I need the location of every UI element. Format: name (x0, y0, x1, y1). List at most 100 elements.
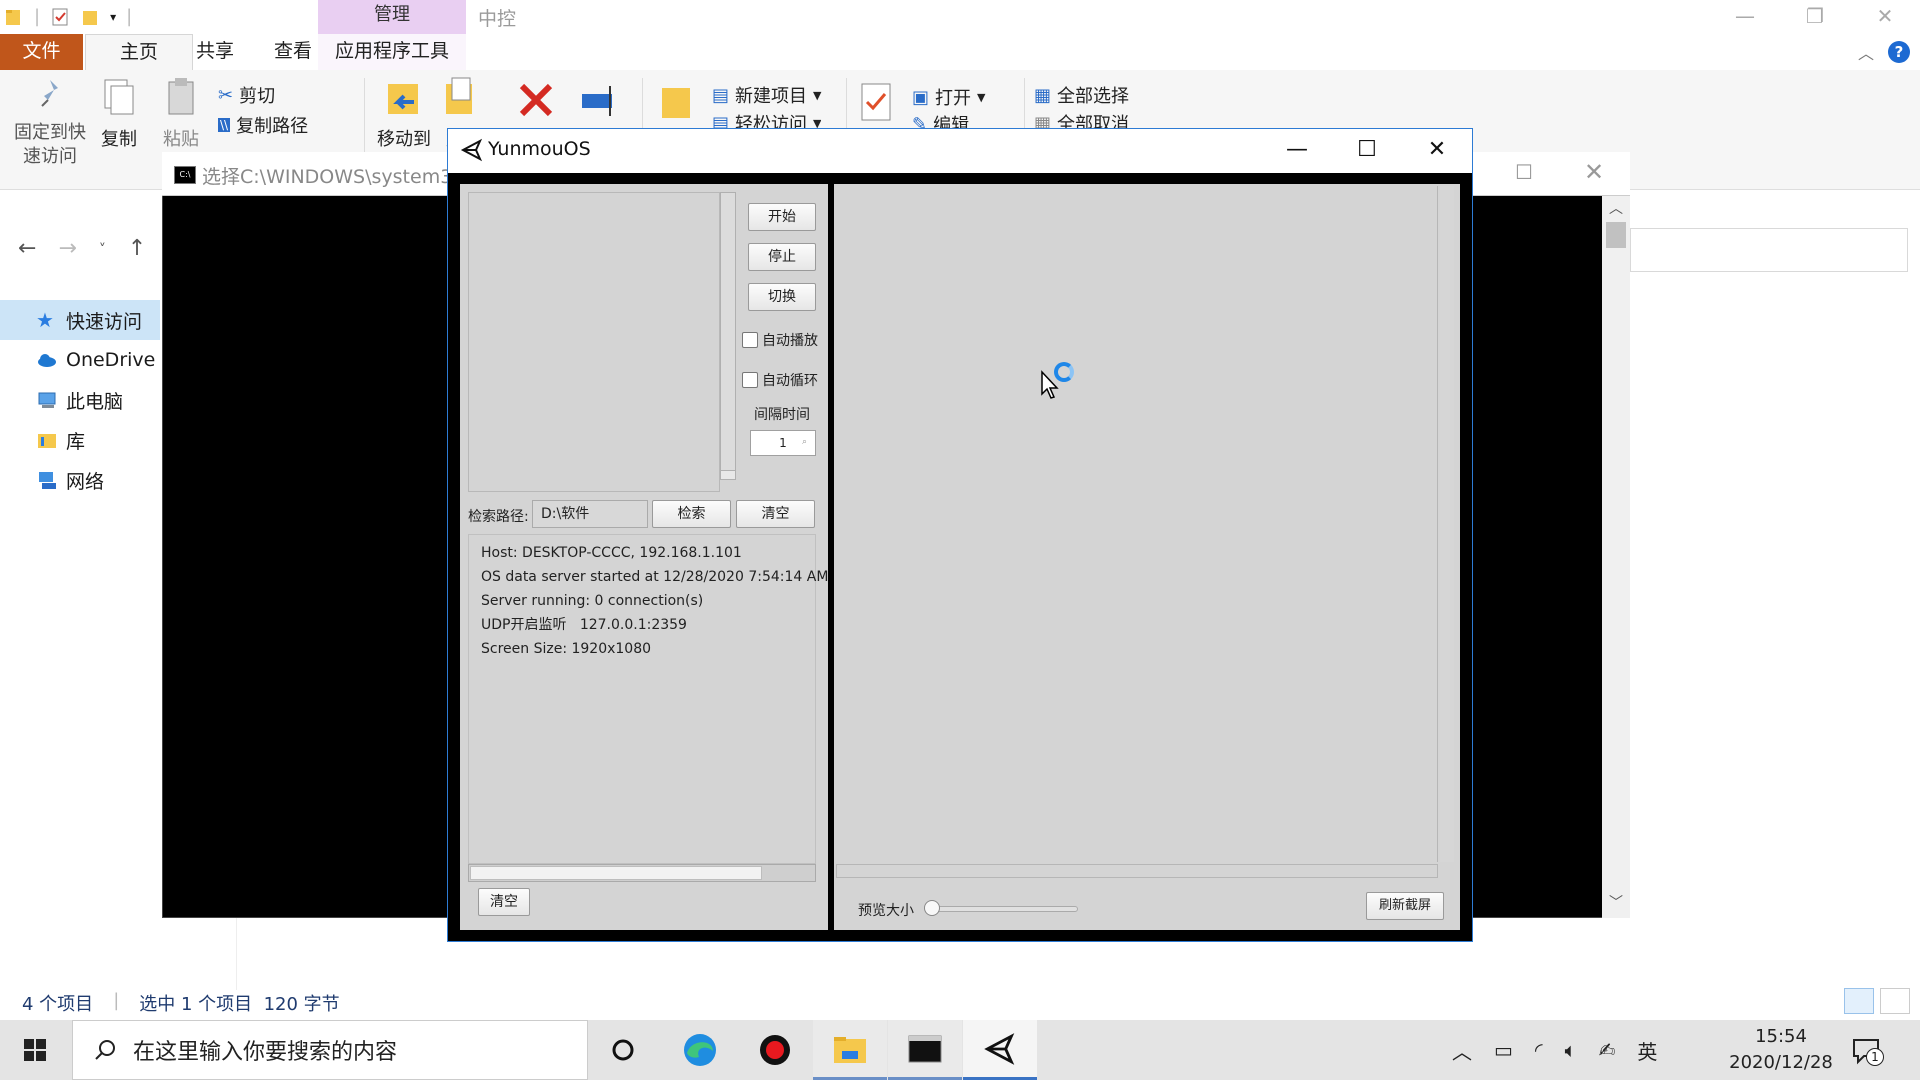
delete-button[interactable] (512, 80, 560, 125)
taskbar-file-explorer[interactable] (813, 1020, 887, 1080)
explorer-window-controls: — ❐ ✕ (1710, 0, 1920, 34)
preview-horizontal-scrollbar[interactable] (836, 864, 1438, 878)
taskbar-console[interactable] (888, 1020, 962, 1080)
file-list[interactable] (468, 192, 720, 492)
cortana-icon (612, 1039, 634, 1061)
autoplay-label: 自动播放 (762, 333, 818, 349)
context-tab-manage[interactable]: 管理 (318, 0, 466, 34)
preview-size-slider[interactable] (928, 906, 1078, 912)
console-scrollbar[interactable] (1602, 196, 1630, 918)
restore-icon[interactable]: ❐ (1780, 0, 1850, 34)
properties-button[interactable] (856, 82, 896, 127)
scroll-up-icon[interactable]: ︿ (1606, 198, 1626, 218)
sidebar-item-network[interactable]: 网络 (0, 460, 160, 500)
close-icon[interactable]: ✕ (1576, 158, 1612, 186)
large-icons-view-icon[interactable] (1880, 988, 1910, 1014)
tab-app-tools[interactable]: 应用程序工具 (318, 34, 466, 70)
taskbar-search-box[interactable]: 在这里输入你要搜索的内容 (72, 1020, 588, 1080)
search-path-label: 检索路径: (468, 509, 529, 525)
taskbar-recorder[interactable] (738, 1020, 812, 1080)
copy-button[interactable]: 复制 (96, 76, 142, 151)
back-icon[interactable]: ← (18, 236, 36, 261)
close-icon[interactable]: ✕ (1402, 131, 1472, 171)
switch-button[interactable]: 切换 (748, 283, 816, 311)
minimize-icon[interactable]: — (1262, 131, 1332, 171)
scissors-icon: ✂ (218, 84, 234, 106)
move-to-button[interactable]: 移动到 (374, 76, 434, 151)
show-hidden-icons-icon[interactable]: ︿ (1452, 1036, 1472, 1065)
search-box-explorer[interactable] (1630, 228, 1908, 272)
screenshot-preview[interactable] (834, 186, 1438, 862)
autoplay-checkbox[interactable]: 自动播放 (742, 330, 818, 350)
new-folder-icon[interactable] (80, 7, 100, 27)
sidebar-item-onedrive[interactable]: OneDrive (0, 340, 160, 380)
preview-size-slider-thumb[interactable] (924, 900, 940, 916)
input-method-indicator[interactable]: 英 (1637, 1036, 1657, 1065)
customize-qa-icon[interactable]: ▾ (110, 10, 116, 24)
stop-button[interactable]: 停止 (748, 243, 816, 271)
qa-separator: | (34, 6, 41, 27)
view-mode-buttons (1844, 988, 1910, 1014)
action-center-button[interactable]: 1 (1850, 1034, 1884, 1068)
copy-to-icon (446, 77, 472, 114)
maximize-icon[interactable]: ☐ (1332, 131, 1402, 171)
forward-icon[interactable]: → (58, 236, 76, 261)
volume-icon[interactable]: 🔈︎ (1565, 1038, 1577, 1062)
up-icon[interactable]: ↑ (128, 236, 146, 261)
minimize-icon[interactable]: — (1710, 0, 1780, 34)
scroll-down-icon[interactable]: ﹀ (1606, 892, 1626, 912)
task-view-button[interactable] (586, 1020, 660, 1080)
clear-search-button[interactable]: 清空 (736, 500, 815, 528)
navigation-buttons: ← → ˅ ↑ (18, 236, 146, 261)
paste-button[interactable]: 粘贴 (158, 76, 204, 151)
folder-icon[interactable] (4, 7, 24, 27)
log-scroll-thumb[interactable] (470, 866, 762, 880)
spinner-icon[interactable]: ⌕ (802, 437, 807, 447)
open-button[interactable]: ▣ 打开 ▼ (912, 84, 985, 110)
taskbar-edge[interactable] (663, 1020, 737, 1080)
search-button[interactable]: 检索 (652, 500, 731, 528)
rename-button[interactable] (576, 82, 624, 127)
search-path-input[interactable]: D:\软件 (532, 500, 648, 528)
refresh-screenshot-button[interactable]: 刷新截屏 (1366, 892, 1444, 920)
paste-label: 粘贴 (163, 129, 199, 150)
file-list-scrollbar[interactable] (720, 192, 736, 474)
new-item-button[interactable]: ▤ 新建项目 ▼ (712, 82, 821, 108)
start-button[interactable]: 开始 (748, 203, 816, 231)
tab-home[interactable]: 主页 (85, 34, 193, 70)
cut-button[interactable]: ✂ 剪切 (218, 82, 275, 108)
maximize-icon[interactable]: ☐ (1506, 160, 1542, 184)
copy-path-button[interactable]: \\ 复制路径 (218, 112, 308, 138)
tab-file[interactable]: 文件 (0, 34, 83, 70)
sidebar-item-this-pc[interactable]: 此电脑 (0, 380, 160, 420)
help-icon[interactable]: ? (1888, 41, 1910, 63)
battery-icon[interactable]: ▭ (1494, 1038, 1513, 1062)
details-view-icon[interactable] (1844, 988, 1874, 1014)
select-all-button[interactable]: ▦ 全部选择 (1034, 82, 1129, 108)
pen-icon[interactable]: ✍ (1599, 1038, 1616, 1062)
scroll-down-icon[interactable] (720, 470, 736, 480)
pin-quick-access-button[interactable]: 固定到快 速访问 (10, 76, 90, 169)
tab-share[interactable]: 共享 (178, 34, 252, 70)
collapse-ribbon-icon[interactable]: ︿ (1858, 40, 1874, 64)
autoloop-checkbox[interactable]: 自动循环 (742, 370, 818, 390)
checkbox-box[interactable] (742, 372, 758, 388)
properties-icon[interactable] (50, 7, 70, 27)
recent-locations-icon[interactable]: ˅ (99, 236, 106, 261)
console-scroll-thumb[interactable] (1606, 222, 1626, 248)
taskbar-clock[interactable]: 15:54 2020/12/28 (1726, 1024, 1836, 1076)
preview-vertical-scrollbar[interactable] (1440, 186, 1454, 862)
windows-start-icon[interactable] (0, 1020, 70, 1080)
checkbox-box[interactable] (742, 332, 758, 348)
sidebar-item-libraries[interactable]: 库 (0, 420, 160, 460)
taskbar-unity[interactable] (963, 1020, 1037, 1080)
new-item-icon: ▤ (712, 84, 730, 106)
close-icon[interactable]: ✕ (1850, 0, 1920, 34)
wifi-icon[interactable]: ◜ (1535, 1038, 1543, 1062)
sidebar-item-quick-access[interactable]: ★ 快速访问 (0, 300, 160, 340)
new-folder-button[interactable] (656, 82, 696, 127)
select-all-icon: ▦ (1034, 84, 1052, 106)
clear-log-button[interactable]: 清空 (478, 888, 530, 916)
search-placeholder: 在这里输入你要搜索的内容 (133, 1040, 398, 1065)
sidebar-item-label: 此电脑 (66, 390, 124, 413)
